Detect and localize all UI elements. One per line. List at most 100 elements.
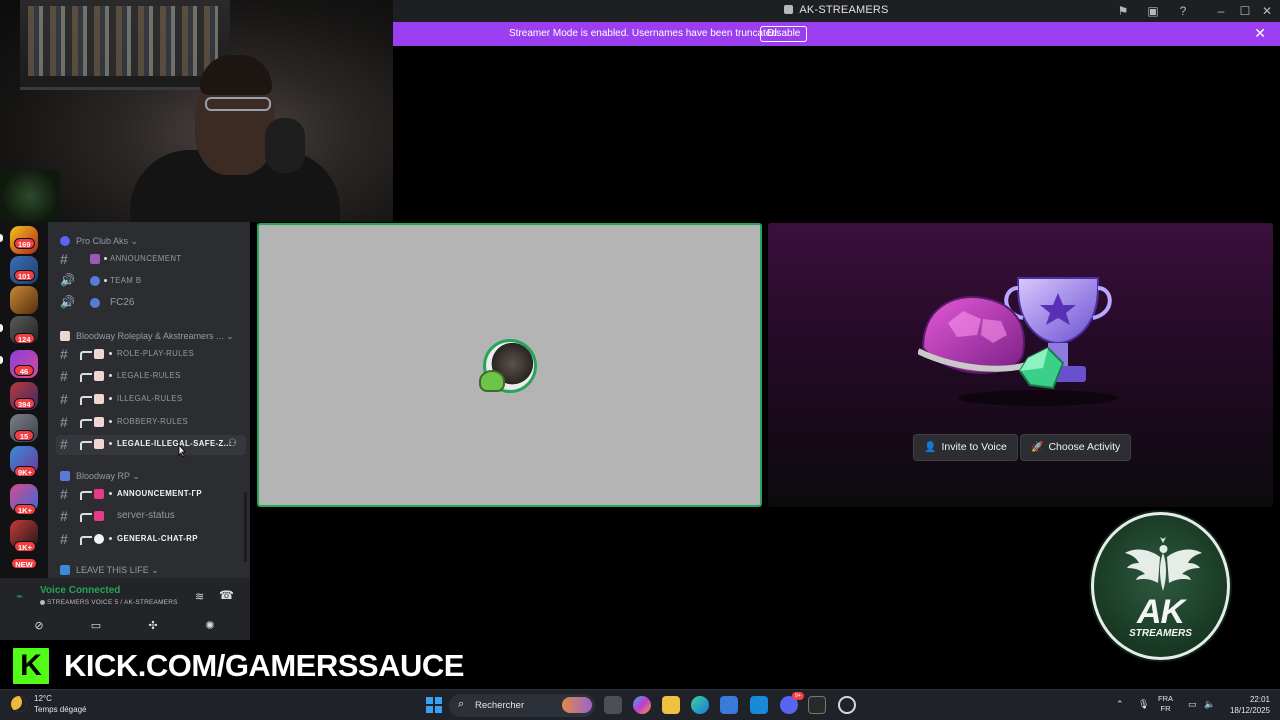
copilot-icon[interactable] (633, 696, 651, 714)
channel-server-status[interactable]: # server-status (56, 507, 246, 527)
disable-button[interactable]: Disable (760, 26, 808, 42)
time: 22:01 (1249, 695, 1270, 704)
user-video-tile[interactable] (257, 223, 762, 507)
chevron-up-icon[interactable]: ⌃ (1116, 699, 1124, 710)
channel-general-chat-rp[interactable]: # GENERAL-CHAT-RP (56, 530, 246, 550)
disconnect-icon[interactable]: ☎ (219, 588, 234, 602)
thread-spine-icon (80, 373, 92, 382)
logo-streamers-text: STREAMERS (1129, 628, 1192, 639)
ak-streamers-logo: AK STREAMERS (1091, 512, 1230, 660)
weather-widget[interactable]: 12°C Temps dégagé (34, 693, 86, 715)
close-banner-icon[interactable]: ✕ (1254, 25, 1266, 42)
channel-label: GENERAL-CHAT-RP (117, 534, 198, 543)
text-channel-icon: # (60, 391, 68, 407)
obs-icon[interactable] (838, 696, 856, 714)
thread-spine-icon (80, 396, 92, 405)
choose-activity-label: Choose Activity (1048, 441, 1121, 453)
channel-emoji-icon (90, 276, 100, 286)
activities-icon[interactable]: ✣ (146, 619, 160, 633)
epic-games-icon[interactable] (808, 696, 826, 714)
channel-fc26[interactable]: 🔊 FC26 (56, 294, 246, 314)
category-bloodway-roleplay[interactable]: Bloodway Roleplay & Akstreamers ... ⌄ (60, 331, 234, 342)
file-explorer-icon[interactable] (662, 696, 680, 714)
title-bar: AK-STREAMERS ⚑ ▣ ? – ☐ ✕ (393, 0, 1280, 22)
search-icon: ⌕ (458, 698, 465, 710)
store-icon[interactable] (720, 696, 738, 714)
mention-badge: 15 (14, 430, 34, 441)
task-view-icon[interactable] (604, 696, 622, 714)
channel-legale-illegal-safe-zone[interactable]: # LEGALE-ILLEGAL-SAFE-Z... ⚇ (56, 435, 246, 455)
channel-label: ANNOUNCEMENT-гр (117, 489, 202, 498)
megaphone-icon (94, 489, 104, 499)
windows-start-icon[interactable] (426, 697, 442, 713)
channel-label: ROLE-PLAY-RULES (117, 349, 195, 358)
server-rail: 169 101 124 46 394 15 9K+ 1K+ 1K+ NEW (0, 222, 48, 578)
help-icon[interactable]: ? (1175, 3, 1191, 19)
text-channel-icon: # (60, 414, 68, 430)
server-icon[interactable] (10, 286, 38, 314)
network-icon[interactable]: ▭ (1188, 699, 1197, 710)
category-icon (60, 236, 70, 246)
mention-badge: 169 (14, 238, 35, 249)
category-bloodway-rp[interactable]: Bloodway RP ⌄ (60, 471, 140, 482)
minimize-button[interactable]: – (1213, 3, 1229, 19)
voice-channel-icon: 🔊 (60, 273, 75, 287)
screen-share-icon[interactable]: ▭ (89, 619, 103, 633)
microphone-icon[interactable]: 🎙 (1138, 699, 1149, 710)
system-clock[interactable]: 22:01 18/12/2025 (1222, 694, 1270, 716)
weather-condition: Temps dégagé (34, 705, 87, 714)
close-window-button[interactable]: ✕ (1259, 3, 1275, 19)
soundboard-icon[interactable]: ✺ (203, 619, 217, 633)
rules-emoji-icon (94, 371, 104, 381)
voice-channel-path[interactable]: STREAMERS VOICE 5 / AK-STREAMERS (47, 599, 178, 606)
noise-suppression-icon[interactable]: ≋ (195, 590, 204, 603)
weather-moon-icon[interactable] (11, 696, 27, 712)
volume-icon[interactable]: 🔈 (1204, 699, 1215, 710)
channel-team-b[interactable]: 🔊 TEAM B (56, 272, 246, 292)
channel-illegal-rules[interactable]: # ILLEGAL-RULES (56, 390, 246, 410)
unread-pill (0, 234, 3, 242)
channel-role-play-rules[interactable]: # ROLE-PLAY-RULES (56, 345, 246, 365)
inbox-icon[interactable]: ▣ (1145, 3, 1161, 19)
channel-announcement[interactable]: # ANNOUNCEMENT (56, 250, 246, 270)
sidebar-scrollbar[interactable] (244, 492, 247, 562)
invite-to-voice-button[interactable]: 👤 Invite to Voice (913, 434, 1018, 461)
eagle-emblem (1125, 537, 1202, 591)
channel-announcement-rp[interactable]: # ANNOUNCEMENT-гр (56, 485, 246, 505)
rules-emoji-icon (94, 394, 104, 404)
voice-channel-icon (40, 600, 45, 605)
separator-dot (104, 279, 107, 282)
separator-dot (109, 374, 112, 377)
flag-icon[interactable]: ⚑ (1115, 3, 1131, 19)
text-channel-icon: # (60, 346, 68, 362)
kick-logo-icon: K (10, 645, 52, 687)
mention-badge: 46 (14, 365, 34, 376)
channel-legale-rules[interactable]: # LEGALE-RULES (56, 367, 246, 387)
maximize-button[interactable]: ☐ (1237, 3, 1253, 19)
separator-dot (104, 257, 107, 260)
mail-icon[interactable] (750, 696, 768, 714)
category-pro-club-aks[interactable]: Pro Club Aks ⌄ (60, 236, 138, 247)
logo-ak-text: AK (1136, 593, 1185, 631)
category-icon (60, 565, 70, 575)
rocket-icon: 🚀 (1031, 442, 1044, 453)
add-member-icon[interactable]: ⚇ (228, 438, 237, 449)
language-indicator[interactable]: FRA FR (1158, 694, 1173, 714)
taskbar-search[interactable]: ⌕ Rechercher (449, 694, 595, 717)
separator-dot (109, 420, 112, 423)
voice-status: Voice Connected (40, 585, 121, 596)
channel-emoji-icon (90, 298, 100, 308)
separator-dot (109, 537, 112, 540)
signal-icon[interactable]: ⌁ (16, 589, 23, 603)
separator-dot (109, 492, 112, 495)
edge-browser-icon[interactable] (691, 696, 709, 714)
speech-bubble-icon (94, 534, 104, 544)
channel-label: ROBBERY-RULES (117, 417, 189, 426)
separator-dot (109, 442, 112, 445)
separator-dot (109, 397, 112, 400)
channel-robbery-rules[interactable]: # ROBBERY-RULES (56, 413, 246, 433)
category-leave-this-life[interactable]: LEAVE THIS LIFE ⌄ (60, 565, 159, 576)
camera-off-icon[interactable]: ⊘ (32, 619, 46, 633)
choose-activity-button[interactable]: 🚀 Choose Activity (1020, 434, 1132, 461)
category-icon (60, 471, 70, 481)
